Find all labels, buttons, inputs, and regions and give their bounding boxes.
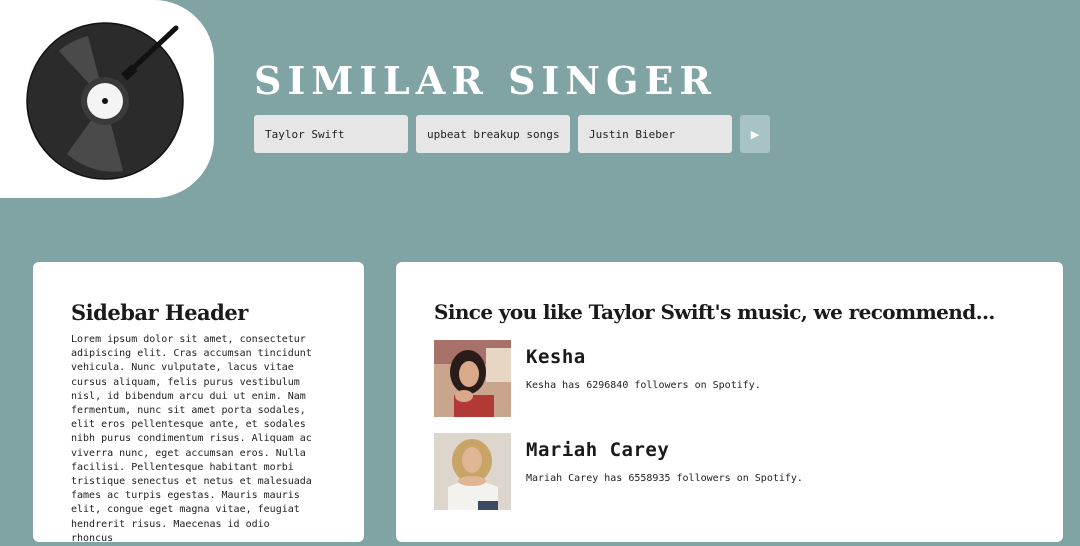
recommendation-list: Kesha Kesha has 6296840 followers on Spo…	[434, 340, 1034, 526]
sidebar-card: Sidebar Header Lorem ipsum dolor sit ame…	[33, 262, 364, 544]
artist-name: Mariah Carey	[526, 439, 670, 461]
mood-input[interactable]	[416, 115, 570, 153]
logo-panel	[0, 0, 214, 198]
recommendation-item[interactable]: Mariah Carey Mariah Carey has 6558935 fo…	[434, 433, 1034, 511]
sidebar-body-text: Lorem ipsum dolor sit amet, consectetur …	[71, 334, 312, 544]
submit-button[interactable]: ▶	[740, 115, 770, 153]
search-form: ▶	[254, 115, 770, 153]
artist-followers: Mariah Carey has 6558935 followers on Sp…	[526, 473, 803, 484]
vinyl-record-icon	[26, 22, 184, 180]
artist-photo	[434, 340, 511, 417]
artist-name: Kesha	[526, 346, 586, 368]
sidebar-header: Sidebar Header	[71, 300, 248, 325]
play-icon: ▶	[750, 128, 760, 141]
artist-photo	[434, 433, 511, 510]
app-title: SIMILAR SINGER	[254, 58, 718, 103]
artist-followers: Kesha has 6296840 followers on Spotify.	[526, 380, 761, 391]
second-artist-input[interactable]	[578, 115, 732, 153]
recommendations-header: Since you like Taylor Swift's music, we …	[434, 300, 995, 324]
artist-input[interactable]	[254, 115, 408, 153]
recommendations-card: Since you like Taylor Swift's music, we …	[396, 262, 1063, 542]
recommendation-item[interactable]: Kesha Kesha has 6296840 followers on Spo…	[434, 340, 1034, 418]
